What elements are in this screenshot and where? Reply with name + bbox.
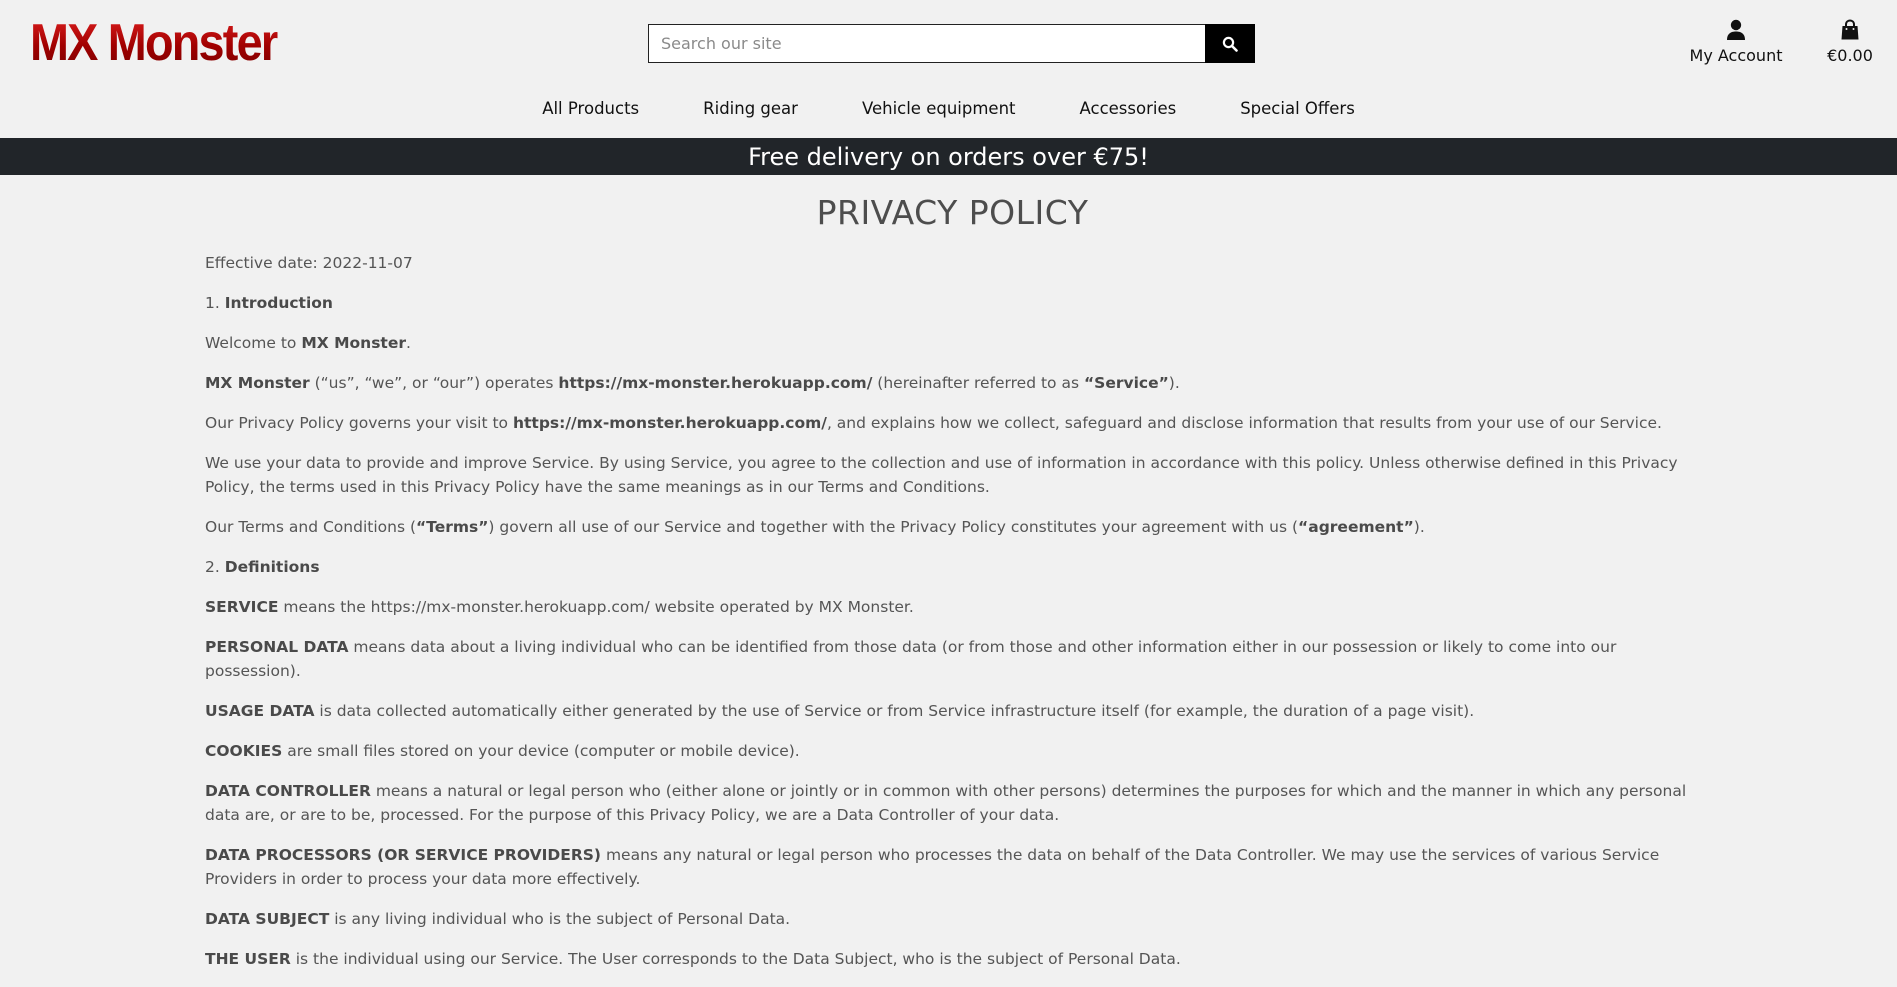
nav-riding-gear[interactable]: Riding gear — [671, 96, 830, 122]
definition-term: USAGE DATA — [205, 702, 315, 720]
user-icon — [1727, 19, 1745, 40]
definition-text: means the https://mx-monster.herokuapp.c… — [278, 598, 914, 616]
definition-text: is data collected automatically either g… — [314, 702, 1475, 720]
service-term: “Service” — [1083, 374, 1169, 392]
definition-text: are small files stored on your device (c… — [282, 742, 800, 760]
operates-mid: (“us”, “we”, or “our”) operates — [309, 374, 559, 392]
search-input[interactable] — [648, 24, 1205, 63]
definition-term: DATA SUBJECT — [205, 910, 330, 928]
company-name: MX Monster — [205, 374, 310, 392]
page-title: PRIVACY POLICY — [816, 193, 1089, 232]
welcome-post: . — [406, 334, 411, 352]
welcome-paragraph: Welcome to MX Monster. — [205, 331, 1700, 355]
welcome-pre: Welcome to — [205, 334, 302, 352]
section-number: 1. — [205, 294, 225, 312]
banner-text: Free delivery on orders over €75! — [748, 142, 1149, 171]
definition-data-controller: DATA CONTROLLER means a natural or legal… — [205, 779, 1700, 827]
site-header: MX Monster My Account €0. — [0, 0, 1897, 138]
section-number: 2. — [205, 558, 225, 576]
terms-term: “Terms” — [416, 518, 489, 536]
terms-pre: Our Terms and Conditions ( — [205, 518, 416, 536]
cart-link[interactable]: €0.00 — [1818, 19, 1882, 65]
search-button[interactable] — [1205, 24, 1255, 63]
definition-term: THE USER — [205, 950, 291, 968]
definition-data-subject: DATA SUBJECT is any living individual wh… — [205, 907, 1700, 931]
site-url: https://mx-monster.herokuapp.com/ — [558, 374, 873, 392]
terms-paragraph: Our Terms and Conditions (“Terms”) gover… — [205, 515, 1700, 539]
section-title: Introduction — [224, 294, 333, 312]
nav-all-products[interactable]: All Products — [510, 96, 671, 122]
definition-text: is any living individual who is the subj… — [329, 910, 791, 928]
definition-text: means a natural or legal person who (eit… — [205, 782, 1687, 824]
definition-term: DATA CONTROLLER — [205, 782, 371, 800]
cart-total: €0.00 — [1827, 46, 1873, 65]
definition-usage-data: USAGE DATA is data collected automatical… — [205, 699, 1700, 723]
definition-text: is the individual using our Service. The… — [290, 950, 1181, 968]
search-form — [648, 24, 1255, 63]
terms-mid: ) govern all use of our Service and toge… — [488, 518, 1299, 536]
definition-term: COOKIES — [205, 742, 283, 760]
search-icon — [1222, 36, 1238, 52]
operates-paragraph: MX Monster (“us”, “we”, or “our”) operat… — [205, 371, 1700, 395]
definition-term: DATA PROCESSORS (OR SERVICE PROVIDERS) — [205, 846, 602, 864]
terms-end: ). — [1413, 518, 1425, 536]
company-name: MX Monster — [301, 334, 406, 352]
operates-post: (hereinafter referred to as — [872, 374, 1084, 392]
agreement-term: “agreement” — [1298, 518, 1414, 536]
my-account-label: My Account — [1689, 46, 1783, 65]
privacy-policy-content: PRIVACY POLICY Effective date: 2022-11-0… — [205, 188, 1700, 987]
main-nav: All Products Riding gear Vehicle equipme… — [0, 96, 1897, 122]
definition-data-processors: DATA PROCESSORS (OR SERVICE PROVIDERS) m… — [205, 843, 1700, 891]
section-heading-introduction: 1. Introduction — [205, 291, 1700, 315]
governs-post: , and explains how we collect, safeguard… — [826, 414, 1662, 432]
section-heading-definitions: 2. Definitions — [205, 555, 1700, 579]
definition-term: PERSONAL DATA — [205, 638, 349, 656]
definition-term: SERVICE — [205, 598, 279, 616]
definition-service: SERVICE means the https://mx-monster.her… — [205, 595, 1700, 619]
governs-paragraph: Our Privacy Policy governs your visit to… — [205, 411, 1700, 435]
definition-personal-data: PERSONAL DATA means data about a living … — [205, 635, 1700, 683]
my-account-link[interactable]: My Account — [1680, 19, 1792, 65]
nav-accessories[interactable]: Accessories — [1048, 96, 1209, 122]
shopping-bag-icon — [1841, 19, 1859, 40]
nav-special-offers[interactable]: Special Offers — [1208, 96, 1387, 122]
site-url: https://mx-monster.herokuapp.com/ — [512, 414, 827, 432]
use-data-paragraph: We use your data to provide and improve … — [205, 454, 1678, 496]
governs-pre: Our Privacy Policy governs your visit to — [205, 414, 513, 432]
definition-the-user: THE USER is the individual using our Ser… — [205, 947, 1700, 971]
nav-vehicle-equipment[interactable]: Vehicle equipment — [830, 96, 1048, 122]
effective-date: Effective date: 2022-11-07 — [205, 254, 413, 272]
definition-text: means data about a living individual who… — [205, 638, 1617, 680]
definition-cookies: COOKIES are small files stored on your d… — [205, 739, 1700, 763]
section-title: Definitions — [224, 558, 320, 576]
site-logo[interactable]: MX Monster — [30, 14, 279, 72]
free-delivery-banner: Free delivery on orders over €75! — [0, 138, 1897, 175]
operates-end: ). — [1168, 374, 1180, 392]
